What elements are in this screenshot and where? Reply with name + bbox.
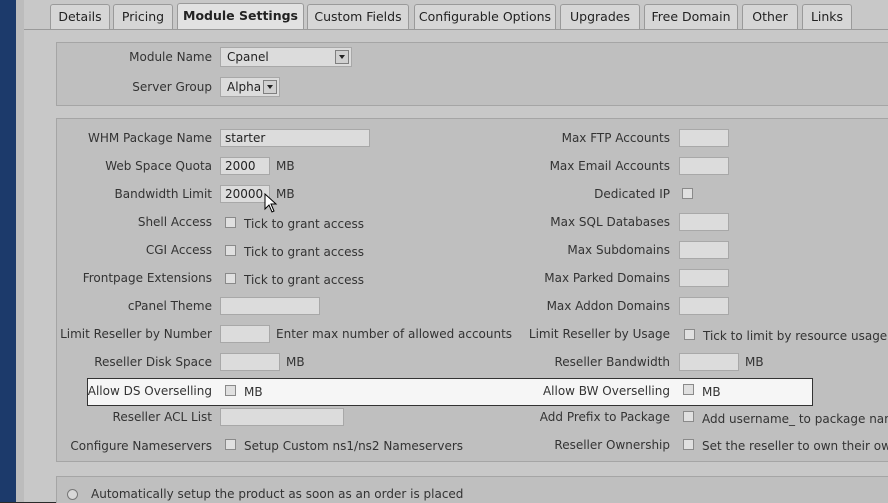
auto-setup-radio[interactable] xyxy=(67,489,78,500)
tab-upgrades[interactable]: Upgrades xyxy=(560,4,640,29)
auto-setup-text: Automatically setup the product as soon … xyxy=(91,487,464,501)
limit-reseller-number-input[interactable] xyxy=(220,325,270,343)
reseller-disk-space-unit: MB xyxy=(286,355,305,369)
add-prefix-package-text: Add username_ to package name xyxy=(702,412,888,426)
tab-pricing[interactable]: Pricing xyxy=(113,4,173,29)
whm-package-name-label: WHM Package Name xyxy=(87,131,212,145)
reseller-bandwidth-label: Reseller Bandwidth xyxy=(554,355,671,369)
reseller-bandwidth-input[interactable] xyxy=(679,353,739,371)
tab-details[interactable]: Details xyxy=(50,4,110,29)
configure-nameservers-text: Setup Custom ns1/ns2 Nameservers xyxy=(244,439,464,453)
tab-bar-divider xyxy=(24,29,888,30)
web-space-unit: MB xyxy=(276,159,295,173)
tab-free-domain[interactable]: Free Domain xyxy=(644,4,738,29)
limit-reseller-usage-label: Limit Reseller by Usage xyxy=(528,327,670,341)
server-group-value: Alpha xyxy=(227,80,262,94)
reseller-acl-list-label: Reseller ACL List xyxy=(112,410,212,424)
max-subdomains-label: Max Subdomains xyxy=(567,243,670,257)
configure-nameservers-label: Configure Nameservers xyxy=(70,439,212,453)
server-group-label: Server Group xyxy=(132,80,212,94)
cgi-access-checkbox[interactable] xyxy=(225,245,236,256)
reseller-ownership-label: Reseller Ownership xyxy=(554,438,670,452)
web-space-quota-input[interactable]: 2000 xyxy=(220,157,270,175)
max-parked-domains-input[interactable] xyxy=(679,269,729,287)
bandwidth-limit-input[interactable]: 20000 xyxy=(220,185,270,203)
frontpage-extensions-checkbox[interactable] xyxy=(225,273,236,284)
tab-custom-fields[interactable]: Custom Fields xyxy=(307,4,409,29)
mouse-cursor-icon xyxy=(264,193,278,213)
add-prefix-package-label: Add Prefix to Package xyxy=(539,410,670,424)
dedicated-ip-checkbox[interactable] xyxy=(682,188,693,199)
server-group-select[interactable]: Alpha xyxy=(220,77,280,97)
cpanel-theme-label: cPanel Theme xyxy=(127,299,212,313)
frontpage-extensions-text: Tick to grant access xyxy=(244,273,364,287)
allow-bw-overselling-checkbox[interactable] xyxy=(683,384,694,395)
allow-bw-overselling-label: Allow BW Overselling xyxy=(542,384,670,398)
configure-nameservers-checkbox[interactable] xyxy=(225,439,236,450)
tab-other[interactable]: Other xyxy=(742,4,798,29)
reseller-ownership-checkbox[interactable] xyxy=(683,439,694,450)
max-addon-domains-input[interactable] xyxy=(679,297,729,315)
max-addon-domains-label: Max Addon Domains xyxy=(546,299,670,313)
tab-module-settings[interactable]: Module Settings xyxy=(177,3,304,30)
module-name-label: Module Name xyxy=(129,50,212,64)
limit-reseller-number-label: Limit Reseller by Number xyxy=(60,327,212,341)
limit-reseller-number-text: Enter max number of allowed accounts xyxy=(276,327,513,341)
bandwidth-unit: MB xyxy=(276,187,295,201)
module-name-value: Cpanel xyxy=(227,50,269,64)
add-prefix-package-checkbox[interactable] xyxy=(683,411,694,422)
dedicated-ip-label: Dedicated IP xyxy=(594,187,670,201)
reseller-ownership-text: Set the reseller to own their own xyxy=(702,439,888,453)
reseller-bandwidth-unit: MB xyxy=(745,355,764,369)
max-email-accounts-label: Max Email Accounts xyxy=(549,159,670,173)
max-ftp-accounts-input[interactable] xyxy=(679,129,729,147)
tab-links[interactable]: Links xyxy=(802,4,852,29)
cpanel-theme-input[interactable] xyxy=(220,297,320,315)
max-sql-databases-label: Max SQL Databases xyxy=(550,215,670,229)
bandwidth-limit-label: Bandwidth Limit xyxy=(114,187,212,201)
module-name-select[interactable]: Cpanel xyxy=(220,47,352,67)
chevron-down-icon[interactable] xyxy=(263,80,277,94)
web-space-quota-label: Web Space Quota xyxy=(105,159,212,173)
shell-access-label: Shell Access xyxy=(137,215,212,229)
allow-ds-overselling-checkbox[interactable] xyxy=(225,385,236,396)
tab-configurable-options[interactable]: Configurable Options xyxy=(414,4,556,29)
window-edge-border xyxy=(16,0,24,502)
whm-package-name-input[interactable]: starter xyxy=(220,129,370,147)
limit-reseller-usage-text: Tick to limit by resource usage xyxy=(703,329,888,343)
cgi-access-text: Tick to grant access xyxy=(244,245,364,259)
cgi-access-label: CGI Access xyxy=(145,243,212,257)
max-subdomains-input[interactable] xyxy=(679,241,729,259)
shell-access-text: Tick to grant access xyxy=(244,217,364,231)
reseller-acl-list-input[interactable] xyxy=(220,408,344,426)
allow-ds-overselling-unit: MB xyxy=(244,385,263,399)
limit-reseller-usage-checkbox[interactable] xyxy=(684,329,695,340)
window-edge-stripe xyxy=(0,0,16,502)
chevron-down-icon[interactable] xyxy=(335,50,349,64)
allow-ds-overselling-label: Allow DS Overselling xyxy=(87,384,212,398)
max-sql-databases-input[interactable] xyxy=(679,213,729,231)
reseller-disk-space-input[interactable] xyxy=(220,353,280,371)
allow-bw-overselling-unit: MB xyxy=(702,385,721,399)
max-parked-domains-label: Max Parked Domains xyxy=(544,271,670,285)
shell-access-checkbox[interactable] xyxy=(225,217,236,228)
max-email-accounts-input[interactable] xyxy=(679,157,729,175)
frontpage-extensions-label: Frontpage Extensions xyxy=(82,271,212,285)
max-ftp-accounts-label: Max FTP Accounts xyxy=(561,131,670,145)
reseller-disk-space-label: Reseller Disk Space xyxy=(94,355,212,369)
